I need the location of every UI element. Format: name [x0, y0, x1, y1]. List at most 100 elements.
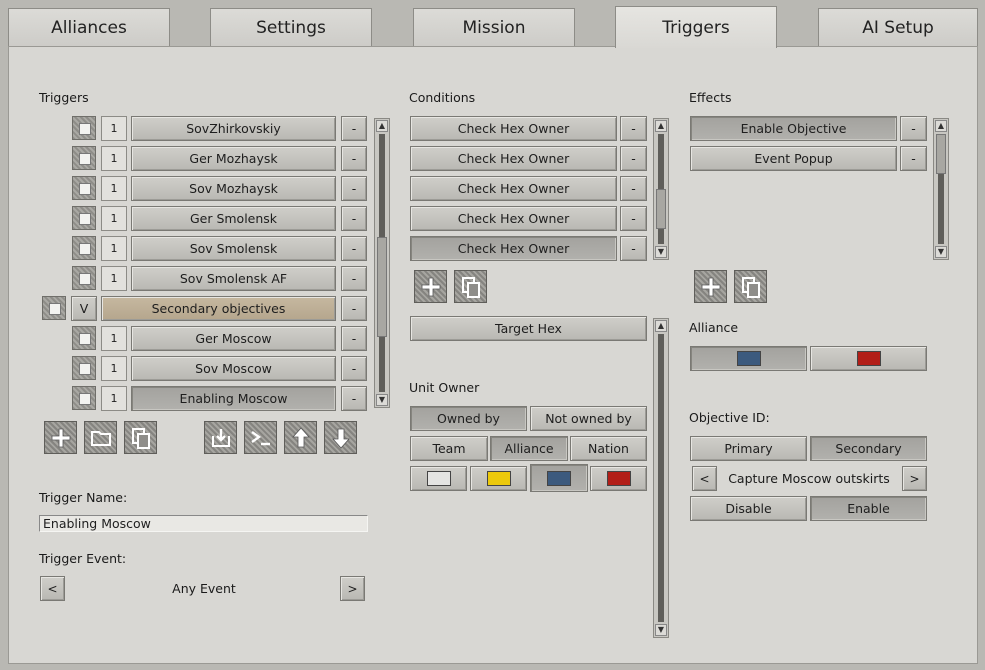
team-button[interactable]: Team [410, 436, 488, 461]
trigger-row[interactable]: Sov Mozhaysk [131, 176, 336, 201]
tab-settings[interactable]: Settings [210, 8, 372, 46]
tab-mission[interactable]: Mission [413, 8, 575, 46]
console-button[interactable] [244, 421, 277, 454]
effect-row[interactable]: Event Popup [690, 146, 897, 171]
scroll-up-arrow[interactable]: ▲ [376, 120, 388, 132]
folder-button[interactable] [84, 421, 117, 454]
scroll-down-arrow[interactable]: ▼ [376, 394, 388, 406]
trigger-row[interactable]: Enabling Moscow [131, 386, 336, 411]
trigger-remove-button[interactable]: - [341, 116, 367, 141]
scroll-thumb[interactable] [377, 237, 387, 337]
trigger-event-prev-button[interactable]: < [40, 576, 65, 601]
trigger-row[interactable]: Sov Moscow [131, 356, 336, 381]
trigger-event-next-button[interactable]: > [340, 576, 365, 601]
trigger-remove-button[interactable]: - [341, 236, 367, 261]
condition-row[interactable]: Check Hex Owner [410, 206, 617, 231]
import-button[interactable] [204, 421, 237, 454]
primary-button[interactable]: Primary [690, 436, 807, 461]
condition-remove-button[interactable]: - [620, 176, 647, 201]
scroll-thumb[interactable] [936, 134, 946, 174]
scroll-down-arrow[interactable]: ▼ [655, 624, 667, 636]
trigger-checkbox[interactable] [72, 266, 96, 290]
objective-next-button[interactable]: > [902, 466, 927, 491]
condition-remove-button[interactable]: - [620, 146, 647, 171]
scroll-down-arrow[interactable]: ▼ [655, 246, 667, 258]
effect-remove-button[interactable]: - [900, 146, 927, 171]
effect-row[interactable]: Enable Objective [690, 116, 897, 141]
owned-by-button[interactable]: Owned by [410, 406, 527, 431]
trigger-row[interactable]: Sov Smolensk AF [131, 266, 336, 291]
alliance-button[interactable]: Alliance [490, 436, 568, 461]
tab-triggers[interactable]: Triggers [615, 6, 777, 48]
alliance-red-button[interactable] [810, 346, 927, 371]
target-hex-button[interactable]: Target Hex [410, 316, 647, 341]
trigger-remove-button[interactable]: - [341, 326, 367, 351]
trigger-remove-button[interactable]: - [341, 146, 367, 171]
color-blue-button[interactable] [530, 464, 588, 492]
tab-alliances[interactable]: Alliances [8, 8, 170, 46]
scroll-up-arrow[interactable]: ▲ [655, 320, 667, 332]
alliance-blue-button[interactable] [690, 346, 807, 371]
secondary-button[interactable]: Secondary [810, 436, 927, 461]
move-up-button[interactable] [284, 421, 317, 454]
scroll-thumb[interactable] [656, 189, 666, 229]
trigger-remove-button[interactable]: - [341, 206, 367, 231]
condition-remove-button[interactable]: - [620, 236, 647, 261]
trigger-remove-button[interactable]: - [341, 296, 367, 321]
trigger-checkbox[interactable] [72, 176, 96, 200]
trigger-name-field[interactable]: Enabling Moscow [39, 515, 368, 532]
disable-button[interactable]: Disable [690, 496, 807, 521]
condition-remove-button[interactable]: - [620, 206, 647, 231]
trigger-checkbox[interactable] [72, 386, 96, 410]
condition-row[interactable]: Check Hex Owner [410, 146, 617, 171]
scroll-up-arrow[interactable]: ▲ [655, 120, 667, 132]
add-effect-button[interactable] [694, 270, 727, 303]
objective-prev-button[interactable]: < [692, 466, 717, 491]
trigger-checkbox[interactable] [72, 116, 96, 140]
condition-row[interactable]: Check Hex Owner [410, 176, 617, 201]
effect-remove-button[interactable]: - [900, 116, 927, 141]
color-white-button[interactable] [410, 466, 467, 491]
trigger-checkbox[interactable] [72, 326, 96, 350]
not-owned-by-button[interactable]: Not owned by [530, 406, 647, 431]
condition-row[interactable]: Check Hex Owner [410, 236, 617, 261]
trigger-remove-button[interactable]: - [341, 386, 367, 411]
trigger-row[interactable]: Ger Moscow [131, 326, 336, 351]
condition-row[interactable]: Check Hex Owner [410, 116, 617, 141]
trigger-checkbox[interactable] [42, 296, 66, 320]
enable-button[interactable]: Enable [810, 496, 927, 521]
copy-condition-button[interactable] [454, 270, 487, 303]
trigger-row[interactable]: SovZhirkovskiy [131, 116, 336, 141]
color-red-button[interactable] [590, 466, 647, 491]
white-swatch [426, 471, 451, 486]
condition-detail-scrollbar[interactable]: ▲ ▼ [653, 318, 669, 638]
nation-button[interactable]: Nation [570, 436, 647, 461]
triggers-scrollbar[interactable]: ▲ ▼ [374, 118, 390, 408]
condition-remove-button[interactable]: - [620, 116, 647, 141]
trigger-remove-button[interactable]: - [341, 266, 367, 291]
trigger-row[interactable]: Sov Smolensk [131, 236, 336, 261]
tab-ai-setup[interactable]: AI Setup [818, 8, 978, 46]
trigger-group-row[interactable]: Secondary objectives [101, 296, 336, 321]
copy-effect-button[interactable] [734, 270, 767, 303]
trigger-remove-button[interactable]: - [341, 176, 367, 201]
group-toggle-button[interactable]: V [71, 296, 97, 321]
trigger-count: 1 [101, 236, 127, 261]
add-condition-button[interactable] [414, 270, 447, 303]
trigger-row[interactable]: Ger Smolensk [131, 206, 336, 231]
color-yellow-button[interactable] [470, 466, 527, 491]
conditions-scrollbar[interactable]: ▲ ▼ [653, 118, 669, 260]
plus-icon [51, 428, 70, 447]
scroll-down-arrow[interactable]: ▼ [935, 246, 947, 258]
trigger-remove-button[interactable]: - [341, 356, 367, 381]
add-trigger-button[interactable] [44, 421, 77, 454]
trigger-checkbox[interactable] [72, 146, 96, 170]
trigger-checkbox[interactable] [72, 356, 96, 380]
trigger-row[interactable]: Ger Mozhaysk [131, 146, 336, 171]
trigger-checkbox[interactable] [72, 206, 96, 230]
trigger-checkbox[interactable] [72, 236, 96, 260]
scroll-up-arrow[interactable]: ▲ [935, 120, 947, 132]
move-down-button[interactable] [324, 421, 357, 454]
copy-trigger-button[interactable] [124, 421, 157, 454]
effects-scrollbar[interactable]: ▲ ▼ [933, 118, 949, 260]
